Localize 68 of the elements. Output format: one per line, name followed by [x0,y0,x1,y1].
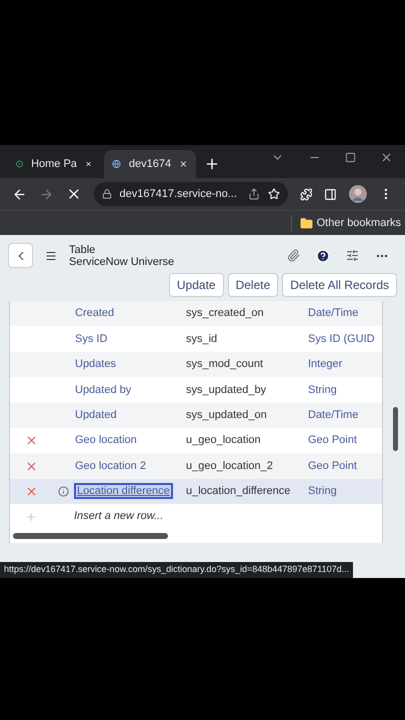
label-link[interactable]: Geo location 2 [74,460,147,472]
close-icon[interactable] [380,151,393,164]
label-link[interactable]: Created [74,307,116,320]
type-link[interactable]: Sys ID (GUID [308,330,375,348]
delete-icon[interactable] [24,434,38,448]
label-link[interactable]: Updates [74,358,117,370]
avatar-icon[interactable] [349,185,368,203]
label-link[interactable]: Location difference [74,483,173,500]
info-icon[interactable] [58,486,68,497]
lock-icon [102,189,112,199]
label-link[interactable]: Sys ID [74,332,108,345]
horizontal-scrollbar[interactable] [13,532,168,539]
delete-icon[interactable] [24,484,38,498]
table-cell-text: sys_mod_count [186,357,264,372]
vertical-scrollbar[interactable] [393,407,398,451]
bookmark-label[interactable]: Other bookmarks [316,214,401,232]
label-link[interactable]: Updated by [74,384,132,396]
tab-title: dev1674 [128,156,172,172]
maximize-icon[interactable] [345,152,356,163]
type-link[interactable]: Geo Point [308,458,357,474]
table-row[interactable]: Updates sys_mod_count Integer [10,352,382,378]
record-type: Table [69,244,96,256]
folder-icon[interactable] [300,216,313,230]
tab-title: Home Pa [31,156,77,172]
label-link[interactable]: Geo location [74,434,138,446]
table-cell-text: u_geo_location [186,433,262,448]
record-title: ServiceNow Universe [69,256,176,268]
bookmark-star-icon[interactable] [268,188,280,200]
table-row[interactable]: Geo location 2 u_geo_location_2 Geo Point [10,453,382,479]
type-link[interactable]: Date/Time [308,407,358,424]
new-tab-icon[interactable] [204,156,220,172]
side-panel-icon[interactable] [324,188,338,200]
table-cell-text: u_location_difference [186,484,292,500]
help-icon[interactable] [316,248,330,262]
table-cell-text: sys_updated_on [186,408,268,423]
type-link[interactable]: Date/Time [308,305,358,322]
table-row[interactable]: Updated sys_updated_on Date/Time [10,402,382,428]
browser-tab[interactable]: dev1674 [104,150,196,178]
status-url: https://dev167417.service-now.com/sys_dictionary.do?sys_id=848b447897e871107d... [0,562,354,578]
settings-icon[interactable] [346,249,359,262]
insert-row-link[interactable]: Insert a new row... [74,508,164,525]
delete-icon[interactable] [24,460,38,473]
label-link[interactable]: Updated [74,409,118,421]
address-bar[interactable]: dev167417.service-no... [94,182,288,206]
site-icon [16,158,24,170]
table-cell-text: u_geo_location_2 [186,458,274,474]
globe-icon [112,158,121,170]
menu-icon[interactable] [45,250,57,262]
type-link[interactable]: String [308,382,337,398]
browser-tab[interactable]: Home Pa [8,150,100,178]
url-text: dev167417.service-no... [120,186,238,202]
back-button[interactable] [8,243,33,268]
type-link[interactable]: String [308,483,337,500]
type-link[interactable]: Geo Point [308,432,357,449]
table-cell-text: sys_updated_by [186,382,268,398]
type-link[interactable]: Integer [308,356,342,373]
table-row[interactable]: Created sys_created_on Date/Time [10,301,382,326]
table-cell-text: sys_created_on [186,306,265,322]
back-icon[interactable] [12,186,27,202]
table-cell-text: sys_id [186,332,218,347]
attachment-icon[interactable] [287,249,300,262]
extensions-icon[interactable] [300,188,312,200]
forward-icon[interactable] [38,186,54,202]
table-row[interactable]: Location difference u_location_difference String [10,478,382,504]
action-button[interactable]: Update [168,273,224,297]
action-button[interactable]: Delete [228,273,278,297]
share-icon[interactable] [248,188,260,200]
action-button[interactable]: Delete All Records [282,273,397,297]
